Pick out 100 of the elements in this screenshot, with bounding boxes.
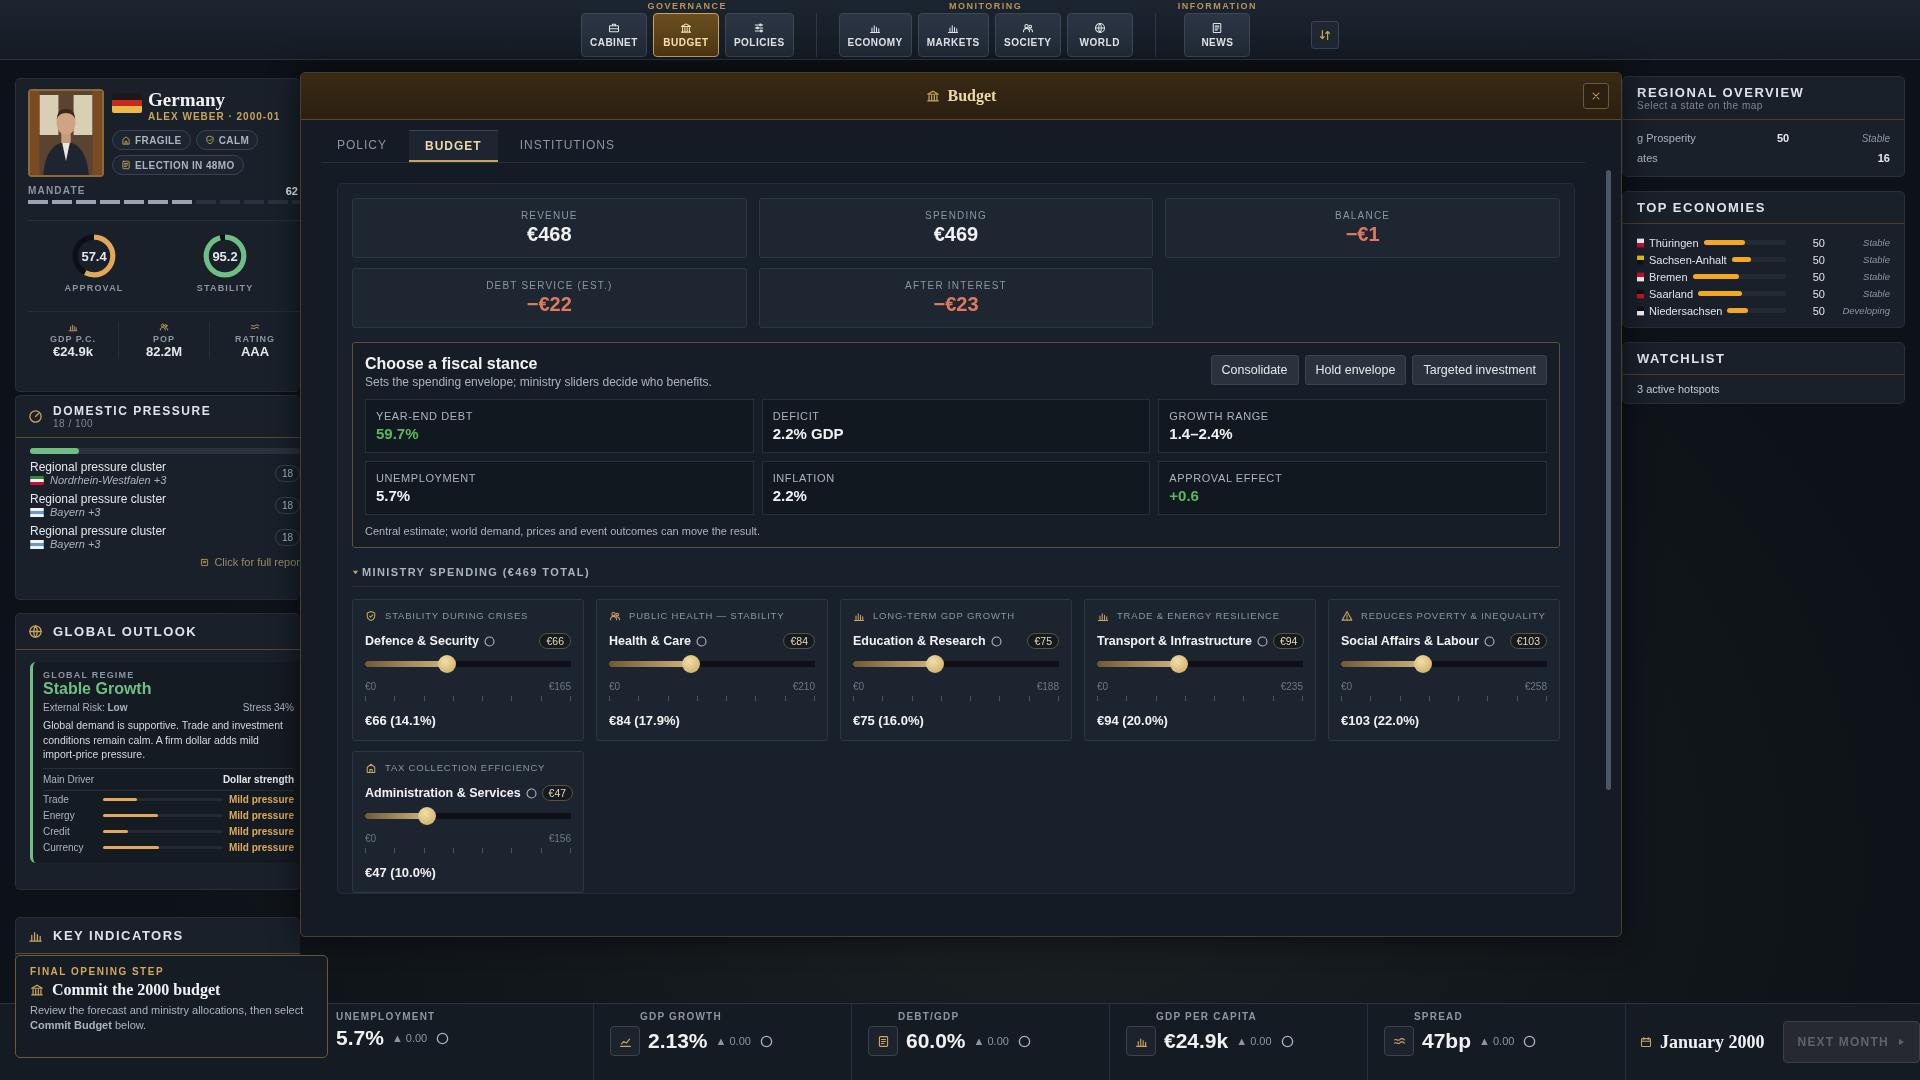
metric-label: GDP GROWTH — [639, 1011, 723, 1022]
ministry-name: Education & Research — [853, 634, 986, 648]
summary-label: REVENUE — [520, 210, 578, 221]
slider-max: €210 — [792, 681, 815, 692]
document-icon — [121, 160, 131, 170]
report-link[interactable]: Click for full repor — [214, 556, 300, 568]
stat-label: RATING — [235, 334, 275, 344]
nav-button[interactable]: CABINET — [580, 13, 647, 57]
current-date: January 2000 — [1660, 1031, 1765, 1053]
stance-button[interactable]: Hold envelope — [1304, 355, 1407, 385]
tab[interactable]: POLICY — [321, 130, 403, 162]
bar-chart-icon — [853, 610, 865, 622]
status-chip: CALM — [195, 130, 259, 150]
metric-delta: ▲ 0.00 — [973, 1035, 1009, 1047]
slider-max: €235 — [1280, 681, 1303, 692]
tab[interactable]: INSTITUTIONS — [503, 130, 632, 162]
nav-button[interactable]: BUDGET — [652, 13, 719, 57]
metric-label: GDP PER CAPITA — [1155, 1011, 1258, 1022]
slider-thumb[interactable] — [926, 655, 945, 673]
state-name: Saarland — [1649, 287, 1694, 300]
factor-status: Mild pressure — [228, 825, 294, 837]
factor-name: Credit — [43, 825, 71, 837]
bank-icon — [30, 983, 44, 997]
section-title: MINISTRY SPENDING (€469 TOTAL) — [362, 566, 590, 578]
stat-label: POP — [153, 334, 175, 344]
panel-title: DOMESTIC PRESSURE — [53, 404, 212, 418]
shield-icon — [204, 135, 215, 145]
metric-label: DEBT/GDP — [897, 1011, 961, 1022]
stance-button[interactable]: Consolidate — [1210, 355, 1299, 385]
nav-button[interactable]: MARKETS — [917, 13, 989, 57]
flag-icon — [1637, 271, 1644, 282]
nav-button[interactable]: ECONOMY — [838, 13, 912, 57]
economy-status: Stable — [1862, 237, 1890, 248]
group-label: INFORMATION — [1177, 1, 1258, 11]
mandate-value: 62 — [285, 185, 298, 197]
flag-icon — [1637, 254, 1644, 265]
ring-icon — [758, 1033, 774, 1049]
play-icon — [1896, 1038, 1905, 1046]
slider-thumb[interactable] — [1170, 655, 1189, 673]
metric-delta: ▲ 0.00 — [391, 1032, 428, 1044]
ministry-name: Social Affairs & Labour — [1341, 634, 1479, 648]
people-icon — [159, 322, 169, 332]
allocation-value: €66 (14.1%) — [365, 713, 437, 728]
nav-button[interactable]: POLICIES — [724, 13, 794, 57]
bar-chart-icon — [68, 322, 78, 332]
summary-value: −€23 — [933, 293, 979, 316]
cluster-title: Regional pressure cluster — [30, 460, 167, 474]
economy-status: Developing — [1841, 305, 1890, 316]
wave-icon — [250, 322, 260, 332]
ring-icon — [1016, 1033, 1032, 1049]
ring-icon — [1482, 634, 1496, 648]
document-icon — [876, 1034, 890, 1048]
cluster-title: Regional pressure cluster — [30, 524, 167, 538]
flag-icon — [1637, 237, 1644, 248]
flag-icon — [30, 539, 44, 549]
slider-thumb[interactable] — [1414, 655, 1433, 673]
forecast-label: INFLATION — [772, 472, 836, 484]
bar-chart-icon — [869, 22, 882, 34]
slider-thumb[interactable] — [682, 655, 701, 673]
summary-value: €468 — [527, 223, 572, 246]
flag-icon — [30, 475, 44, 485]
slider-thumb[interactable] — [438, 655, 457, 673]
row-label: ates — [1637, 152, 1659, 164]
nav-button[interactable]: NEWS — [1184, 13, 1251, 57]
driver-label: Main Driver — [43, 774, 95, 786]
scrollbar[interactable] — [1606, 170, 1611, 790]
allocation-value: €47 (10.0%) — [365, 865, 437, 880]
swap-button[interactable] — [1311, 21, 1340, 49]
group-label: MONITORING — [949, 1, 1023, 11]
stance-title: Choose a fiscal stance — [365, 355, 539, 373]
slider-thumb[interactable] — [417, 807, 436, 825]
tab[interactable]: BUDGET — [409, 130, 498, 162]
nav-button[interactable]: WORLD — [1066, 13, 1133, 57]
forecast-value: 59.7% — [376, 425, 420, 442]
close-icon — [1590, 90, 1602, 102]
forecast-label: UNEMPLOYMENT — [376, 472, 478, 484]
forecast-value: 2.2% — [772, 487, 808, 504]
forecast-value: 1.4–2.4% — [1169, 425, 1234, 442]
summary-label: BALANCE — [1335, 210, 1391, 221]
slider-min: €0 — [853, 681, 865, 692]
people-icon — [1021, 22, 1034, 34]
metric-delta: ▲ 0.00 — [1479, 1035, 1515, 1047]
nav-button[interactable]: SOCIETY — [994, 13, 1061, 57]
shield-icon — [365, 610, 377, 622]
economy-value: 50 — [1811, 287, 1825, 300]
flag-icon — [1637, 288, 1644, 299]
stat-value: 82.2M — [145, 344, 183, 359]
gauge-label: STABILITY — [196, 283, 254, 293]
allocation-value: €84 (17.9%) — [609, 713, 681, 728]
slider-min: €0 — [1341, 681, 1353, 692]
region-name: Bayern +3 — [50, 506, 101, 518]
stat-value: €24.9k — [53, 344, 93, 359]
ministry-tag: REDUCES POVERTY & INEQUALITY — [1361, 610, 1546, 621]
state-name: Niedersachsen — [1649, 304, 1723, 317]
panel-title: TOP ECONOMIES — [1637, 200, 1767, 215]
stance-button[interactable]: Targeted investment — [1412, 355, 1547, 385]
caret-icon[interactable] — [352, 568, 359, 576]
ring-icon — [989, 634, 1003, 648]
close-button[interactable] — [1583, 83, 1609, 109]
house-icon — [121, 135, 131, 145]
